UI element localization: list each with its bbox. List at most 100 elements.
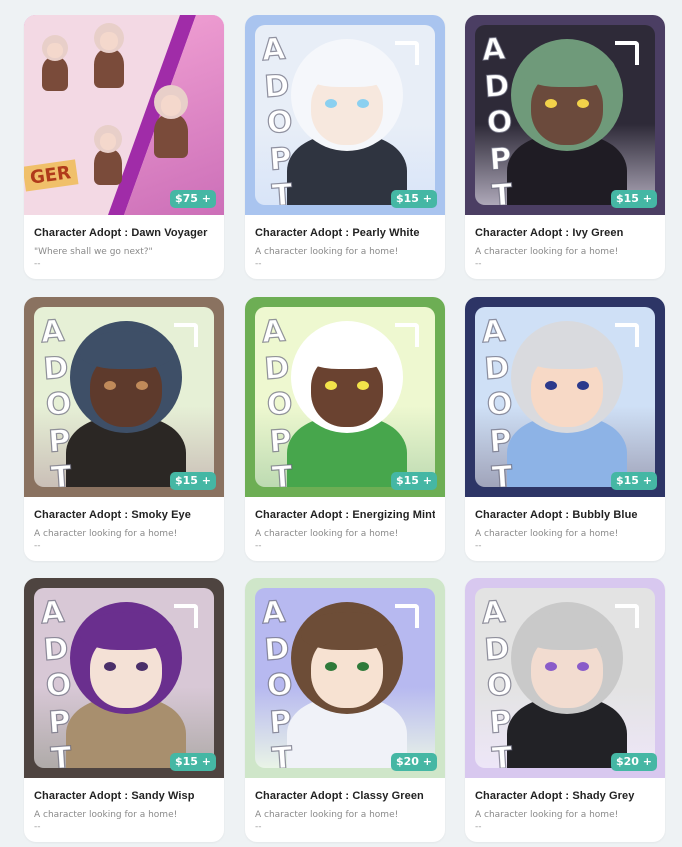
price-badge: $15 +: [390, 190, 437, 208]
adopt-letter: T: [49, 459, 73, 487]
card-title[interactable]: Character Adopt : Bubbly Blue: [475, 509, 655, 521]
card-title[interactable]: Character Adopt : Ivy Green: [475, 227, 655, 239]
adopt-card[interactable]: A D O P T $15 + Character Adopt : Pearly White…: [245, 15, 445, 279]
card-thumbnail[interactable]: A D O P T $15 +: [465, 297, 665, 497]
character-artwork: ADOPT: [24, 578, 224, 778]
adopt-letter: P: [488, 703, 514, 741]
adopt-letter: O: [485, 667, 514, 705]
price-badge: $15 +: [610, 472, 657, 490]
price-badge: $20 +: [390, 753, 437, 771]
adopt-card[interactable]: A D O P T $15 + Character Adopt : Ivy Green A c…: [465, 15, 665, 279]
card-description: A character looking for a home!: [34, 810, 178, 820]
card-extra-text: --: [255, 822, 262, 832]
adopt-card-grid: GER $75 + Character Adopt : Dawn Voyager "W…: [0, 0, 682, 847]
card-title[interactable]: Character Adopt : Sandy Wisp: [34, 790, 214, 802]
price-badge: $20 +: [610, 753, 657, 771]
card-body: Character Adopt : Shady Grey A character …: [465, 778, 665, 832]
character-artwork: GER: [24, 15, 224, 215]
adopt-letter: P: [47, 703, 73, 741]
frame-corner-bracket: [615, 323, 639, 347]
card-title[interactable]: Character Adopt : Pearly White: [255, 227, 435, 239]
character-eye: [357, 99, 369, 108]
frame-corner-bracket: [174, 604, 198, 628]
character-body: [42, 57, 68, 91]
card-extra-text: --: [255, 259, 262, 269]
card-thumbnail[interactable]: A D O P T $15 +: [245, 297, 445, 497]
adopt-card[interactable]: A D O P T $20 + Character Adopt : Classy Green…: [245, 578, 445, 842]
adopt-letter: O: [265, 386, 294, 424]
card-thumbnail[interactable]: A D O P T $15 +: [465, 15, 665, 215]
character-body: [154, 113, 188, 159]
adopt-letter: P: [488, 140, 514, 178]
adopt-letter: A: [260, 594, 287, 632]
adopt-letter: T: [490, 740, 514, 768]
character-face: [160, 95, 182, 116]
card-title[interactable]: Character Adopt : Energizing Mint: [255, 509, 435, 521]
adopt-card[interactable]: A D O P T $15 + Character Adopt : Smoky Eye A c…: [24, 297, 224, 561]
card-title[interactable]: Character Adopt : Shady Grey: [475, 790, 655, 802]
character-body: [94, 148, 122, 186]
character-bangs: [301, 331, 395, 369]
card-description: A character looking for a home!: [255, 247, 399, 257]
character-bangs: [521, 612, 615, 650]
card-extra-text: --: [475, 259, 482, 269]
adopt-letter: T: [49, 740, 73, 768]
character-eye: [136, 662, 148, 671]
card-body: Character Adopt : Smoky Eye A character l…: [24, 497, 224, 551]
character-bangs: [80, 612, 174, 650]
card-thumbnail[interactable]: GER $75 +: [24, 15, 224, 215]
card-thumbnail[interactable]: A D O P T $20 +: [465, 578, 665, 778]
artwork-frame: ADOPT: [34, 588, 214, 768]
adopt-letter: D: [483, 67, 511, 105]
character-eye: [136, 381, 148, 390]
artwork-frame: ADOPT: [255, 307, 435, 487]
frame-corner-bracket: [615, 41, 639, 65]
price-badge: $15 +: [169, 753, 216, 771]
adopt-card[interactable]: A D O P T $15 + Character Adopt : Energizing M…: [245, 297, 445, 561]
adopt-letter: O: [485, 386, 514, 424]
card-body: Character Adopt : Bubbly Blue A character…: [465, 497, 665, 551]
character-artwork: ADOPT: [465, 15, 665, 215]
character-bangs: [521, 331, 615, 369]
adopt-letter: D: [42, 349, 70, 387]
frame-corner-bracket: [174, 323, 198, 347]
character-bangs: [521, 49, 615, 87]
card-title[interactable]: Character Adopt : Classy Green: [255, 790, 435, 802]
card-description: A character looking for a home!: [255, 529, 399, 539]
card-body: Character Adopt : Sandy Wisp A character …: [24, 778, 224, 832]
card-thumbnail[interactable]: A D O P T $15 +: [24, 578, 224, 778]
character-face: [100, 32, 118, 50]
card-thumbnail[interactable]: A D O P T $15 +: [245, 15, 445, 215]
card-extra-text: --: [475, 541, 482, 551]
character-bangs: [80, 331, 174, 369]
card-thumbnail[interactable]: A D O P T $20 +: [245, 578, 445, 778]
card-extra-text: --: [255, 541, 262, 551]
adopt-letter: A: [39, 313, 66, 351]
adopt-letter: T: [270, 459, 294, 487]
card-body: Character Adopt : Energizing Mint A chara…: [245, 497, 445, 551]
adopt-letter: A: [480, 313, 507, 351]
adopt-letter: O: [44, 667, 73, 705]
card-title[interactable]: Character Adopt : Smoky Eye: [34, 509, 214, 521]
card-description: A character looking for a home!: [475, 529, 619, 539]
adopt-letter: P: [268, 140, 294, 178]
artwork-frame: ADOPT: [255, 588, 435, 768]
character-bangs: [301, 49, 395, 87]
character-artwork: ADOPT: [465, 297, 665, 497]
character-eye: [577, 381, 589, 390]
artwork-frame: ADOPT: [34, 307, 214, 487]
adopt-letter: D: [263, 67, 291, 105]
artwork-frame: ADOPT: [475, 588, 655, 768]
adopt-card[interactable]: A D O P T $20 + Character Adopt : Shady Grey A …: [465, 578, 665, 842]
frame-corner-bracket: [395, 41, 419, 65]
character-eye: [104, 381, 116, 390]
card-thumbnail[interactable]: A D O P T $15 +: [24, 297, 224, 497]
character-eye: [577, 662, 589, 671]
adopt-card[interactable]: A D O P T $15 + Character Adopt : Bubbly Blue A…: [465, 297, 665, 561]
character-artwork: ADOPT: [24, 297, 224, 497]
character-eye: [325, 662, 337, 671]
adopt-card[interactable]: GER $75 + Character Adopt : Dawn Voyager "W…: [24, 15, 224, 279]
adopt-card[interactable]: A D O P T $15 + Character Adopt : Sandy Wisp A …: [24, 578, 224, 842]
card-title[interactable]: Character Adopt : Dawn Voyager: [34, 227, 214, 239]
card-description: A character looking for a home!: [475, 810, 619, 820]
